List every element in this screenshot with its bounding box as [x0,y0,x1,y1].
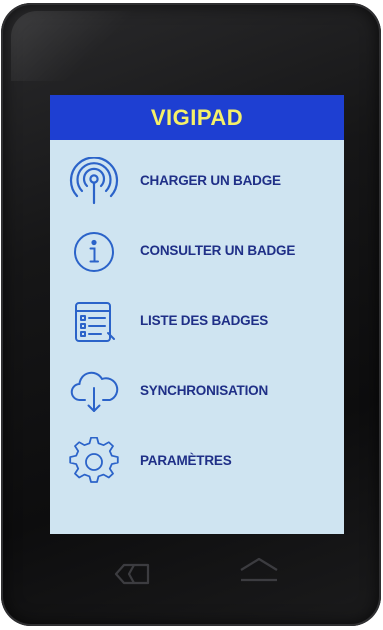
device-glare [11,11,151,81]
menu-item-charger-badge[interactable]: CHARGER UN BADGE [50,150,344,212]
screen: VIGIPAD CHARGER UN BADGE CONSULTER UN BA… [50,95,344,534]
menu-item-label: CHARGER UN BADGE [140,173,281,188]
cloud-download-icon [68,367,120,417]
app-header: VIGIPAD [50,95,344,140]
menu-item-label: LISTE DES BADGES [140,313,269,328]
menu-item-synchronisation[interactable]: SYNCHRONISATION [50,360,344,422]
gear-icon [68,437,120,487]
home-icon[interactable] [238,556,280,584]
menu-item-label: SYNCHRONISATION [140,383,269,398]
menu-item-label: PARAMÈTRES [140,453,232,468]
menu-item-liste-badges[interactable]: LISTE DES BADGES [50,290,344,352]
list-document-icon [68,297,120,347]
info-icon [68,227,120,277]
menu-item-label: CONSULTER UN BADGE [140,243,296,258]
nfc-antenna-icon [68,157,120,207]
app-title: VIGIPAD [150,104,244,130]
menu-item-consulter-badge[interactable]: CONSULTER UN BADGE [50,220,344,282]
menu-item-parametres[interactable]: PARAMÈTRES [50,430,344,492]
back-icon[interactable] [112,562,152,586]
